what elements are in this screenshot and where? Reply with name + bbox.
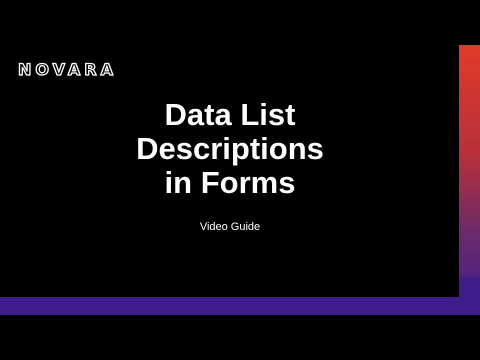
title-line: in Forms [164, 165, 296, 200]
logo-text: NOVARA [17, 60, 117, 79]
bottom-accent-bar [0, 297, 480, 315]
novara-logo: NOVARA [17, 60, 146, 79]
slide-subtitle: Video Guide [199, 221, 261, 233]
video-frame: NOVARA Data List Descriptions in Forms V… [0, 0, 480, 360]
slide-title: Data List Descriptions in Forms [60, 98, 400, 200]
title-slide: NOVARA Data List Descriptions in Forms V… [0, 45, 480, 315]
accent-corner-shape [440, 277, 480, 315]
title-line: Data List [164, 97, 296, 132]
title-line: Descriptions [136, 131, 324, 166]
right-accent-bar [459, 45, 480, 315]
